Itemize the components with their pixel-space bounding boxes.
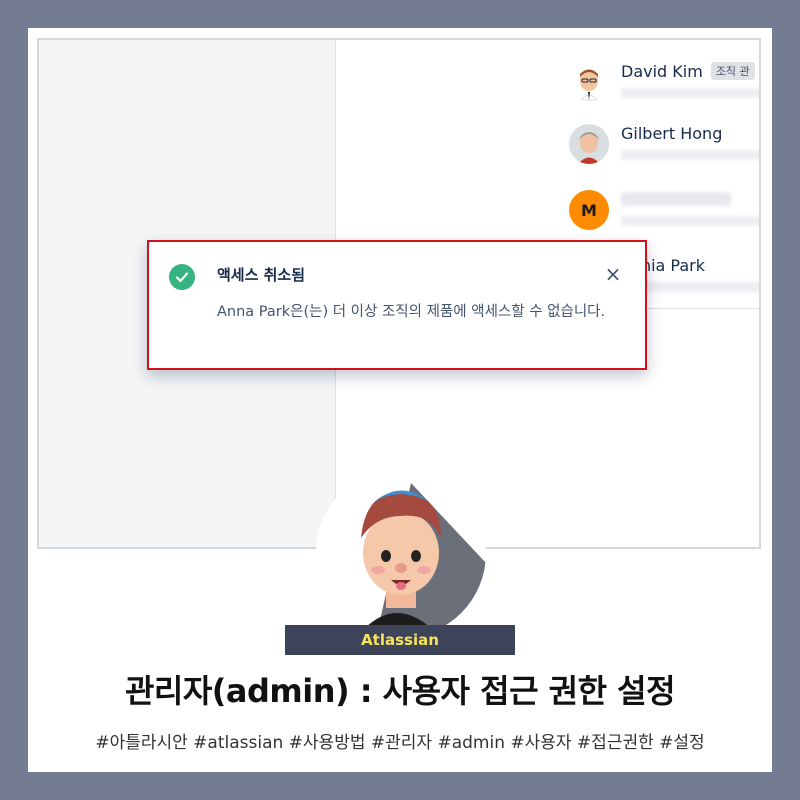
blurred-email — [621, 216, 759, 226]
toast-title: 액세스 취소됨 — [217, 266, 306, 284]
toast-message: Anna Park은(는) 더 이상 조직의 제품에 액세스할 수 없습니다. — [217, 304, 606, 320]
thumbnail-card: David Kim 조직 관 Gilbert Hong M ophia Park… — [28, 28, 772, 772]
blurred-name — [621, 192, 731, 206]
access-revoked-toast: 액세스 취소됨 × Anna Park은(는) 더 이상 조직의 제품에 액세스… — [147, 240, 647, 370]
user-row-gilbert-hong[interactable]: Gilbert Hong — [569, 124, 759, 174]
user-row-m[interactable]: M — [569, 190, 759, 240]
avatar — [569, 62, 609, 102]
user-name: David Kim 조직 관 — [621, 62, 755, 81]
success-check-icon — [169, 264, 195, 290]
avatar-initial: M — [569, 190, 609, 230]
character-avatar — [316, 468, 486, 638]
user-name: Gilbert Hong — [621, 124, 723, 143]
brand-label: Atlassian — [285, 625, 515, 655]
blurred-email — [621, 150, 759, 160]
close-icon[interactable]: × — [603, 264, 623, 284]
page-title: 관리자(admin) : 사용자 접근 권한 설정 — [124, 672, 676, 710]
role-badge: 조직 관 — [710, 62, 755, 80]
hashtags: #아틀라시안 #atlassian #사용방법 #관리자 #admin #사용자… — [95, 733, 705, 753]
avatar — [569, 124, 609, 164]
user-row-david-kim[interactable]: David Kim 조직 관 — [569, 62, 759, 112]
blurred-email — [621, 88, 759, 98]
